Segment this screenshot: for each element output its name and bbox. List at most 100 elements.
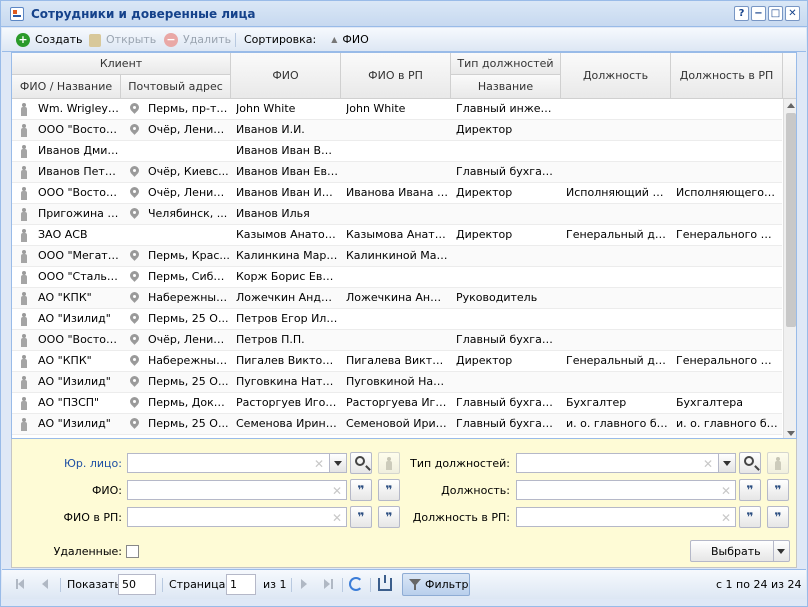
cell-name: ООО "Восток... <box>38 123 120 136</box>
chevron-down-icon[interactable] <box>718 454 735 472</box>
header-name[interactable]: ФИО / Название <box>12 75 121 99</box>
cell-address: Челябинск, ... <box>148 207 228 220</box>
table-row[interactable]: Иванов Петр... Очёр, Киевс... Иванов Иван … <box>12 162 782 183</box>
position-rp-quote-button[interactable]: ❞ <box>739 506 761 528</box>
position-type-search-button[interactable] <box>739 452 761 474</box>
cell-position-rp: Исполняющего о... <box>676 186 778 199</box>
person-icon <box>21 166 27 179</box>
fio-rp-input[interactable]: ✕ <box>127 507 347 527</box>
legal-entity-search-button[interactable] <box>350 452 372 474</box>
cell-fio-rp: Ложечкина Андрея <box>346 291 448 304</box>
filter-icon-stem <box>414 585 416 590</box>
person-icon <box>21 418 27 431</box>
minimize-button[interactable]: − <box>751 6 766 21</box>
legal-entity-person-button[interactable] <box>378 452 400 474</box>
chevron-down-icon[interactable] <box>777 549 785 554</box>
toolbar: + Создать Открыть − Удалить Сортировка: … <box>2 28 806 52</box>
table-row[interactable]: ЗАО АСВ Казымов Анатол... Казымова Анатол.… <box>12 225 782 246</box>
pager: Показать 50 Страница 1 из 1 Фильтр с 1 п… <box>2 569 806 599</box>
position-quote-button[interactable]: ❞ <box>739 479 761 501</box>
close-button[interactable]: ✕ <box>785 6 800 21</box>
header-fio-rp[interactable]: ФИО в РП <box>341 53 451 99</box>
grid-scrollbar[interactable] <box>783 99 796 438</box>
clear-icon[interactable]: ✕ <box>703 457 713 471</box>
header-position-rp[interactable]: Должность в РП <box>671 53 783 99</box>
scroll-down-icon[interactable] <box>787 431 795 436</box>
table-row[interactable]: АО "Изилид" Пермь, 25 О... Петров Егор Иль… <box>12 309 782 330</box>
cell-fio: Иванов Иван Ива... <box>236 186 338 199</box>
header-position[interactable]: Должность <box>561 53 671 99</box>
filter-toggle-button[interactable]: Фильтр <box>402 573 470 596</box>
legal-entity-combo[interactable]: ✕ <box>127 453 347 473</box>
table-row[interactable]: АО "КПК" Набережные... Пигалев Виктор ... П… <box>12 351 782 372</box>
fio-exact-button[interactable]: ❞ <box>378 479 400 501</box>
sort-control[interactable]: Сортировка: ▲ ФИО <box>244 32 369 48</box>
first-page-icon[interactable] <box>18 579 24 589</box>
last-page-icon[interactable] <box>324 579 330 589</box>
cell-fio-rp: John White <box>346 102 406 115</box>
select-button[interactable]: Выбрать <box>690 540 790 562</box>
clear-icon[interactable]: ✕ <box>332 511 342 525</box>
header-type-name[interactable]: Название <box>451 75 561 99</box>
cell-name: АО "Изилид" <box>38 375 111 388</box>
legal-entity-link[interactable]: Юр. лицо: <box>12 457 122 470</box>
fio-input[interactable]: ✕ <box>127 480 347 500</box>
page-input[interactable]: 1 <box>226 574 256 595</box>
page-size-input[interactable]: 50 <box>118 574 156 595</box>
deleted-checkbox[interactable] <box>126 545 139 558</box>
clear-icon[interactable]: ✕ <box>314 457 324 471</box>
delete-button[interactable]: − Удалить <box>164 32 231 48</box>
position-exact-button[interactable]: ❞ <box>767 479 789 501</box>
table-row[interactable]: Пригожина К... Челябинск, ... Иванов Илья <box>12 204 782 225</box>
prev-page-icon[interactable] <box>42 579 48 589</box>
table-row[interactable]: ООО "Стальп... Пермь, Сиби... Корж Борис Е… <box>12 267 782 288</box>
person-icon <box>21 271 27 284</box>
cell-fio-rp: Казымова Анатол... <box>346 228 448 241</box>
position-rp-exact-button[interactable]: ❞ <box>767 506 789 528</box>
position-rp-input[interactable]: ✕ <box>516 507 736 527</box>
cell-name: АО "КПК" <box>38 354 92 367</box>
page-count-label: из 1 <box>263 578 287 591</box>
header-fio[interactable]: ФИО <box>231 53 341 99</box>
fio-rp-exact-button[interactable]: ❞ <box>378 506 400 528</box>
clear-icon[interactable]: ✕ <box>332 484 342 498</box>
search-icon <box>744 456 754 466</box>
header-address[interactable]: Почтовый адрес <box>121 75 231 99</box>
pager-separator <box>60 578 61 592</box>
help-button[interactable]: ? <box>734 6 749 21</box>
next-page-icon[interactable] <box>301 579 307 589</box>
fio-quote-button[interactable]: ❞ <box>350 479 372 501</box>
table-row[interactable]: Wm. Wrigley ... Пермь, пр-т ... John White… <box>12 99 782 120</box>
table-row[interactable]: ООО "Мегате... Пермь, Крас... Калинкина Ма… <box>12 246 782 267</box>
table-row[interactable]: АО "Изилид" Пермь, 25 О... Семенова Ирина … <box>12 414 782 435</box>
table-row[interactable]: АО "Изилид" Пермь, 25 О... Пуговкина Натал… <box>12 372 782 393</box>
position-input[interactable]: ✕ <box>516 480 736 500</box>
chevron-down-icon[interactable] <box>329 454 346 472</box>
table-row[interactable]: ООО "Восток... Очёр, Ленин... Иванов И.И. Д… <box>12 120 782 141</box>
scroll-thumb[interactable] <box>786 113 796 327</box>
table-row[interactable]: ООО "Восток... Очёр, Ленин... Петров П.П. Г… <box>12 330 782 351</box>
person-icon <box>21 250 27 263</box>
scroll-up-icon[interactable] <box>787 103 795 108</box>
clear-icon[interactable]: ✕ <box>721 511 731 525</box>
clear-icon[interactable]: ✕ <box>721 484 731 498</box>
create-label: Создать <box>35 33 83 46</box>
table-row[interactable]: Иванов Дмит... Иванов Иван Вла... <box>12 141 782 162</box>
position-type-person-button[interactable] <box>767 452 789 474</box>
export-icon[interactable] <box>378 575 392 591</box>
cell-name: Иванов Дмит... <box>38 144 120 157</box>
app-icon <box>10 7 24 21</box>
table-row[interactable]: АО "КПК" Набережные... Ложечкин Андрей Ложе… <box>12 288 782 309</box>
table-row[interactable]: ООО "Восток... Очёр, Ленин... Иванов Иван … <box>12 183 782 204</box>
create-button[interactable]: + Создать <box>16 32 83 48</box>
cell-fio: Петров Егор Ильич <box>236 312 338 325</box>
person-icon <box>21 103 27 116</box>
table-row[interactable]: АО "ПЗСП" Пермь, Доку... Расторгуев Игорь.… <box>12 393 782 414</box>
open-button[interactable]: Открыть <box>89 32 156 48</box>
refresh-icon[interactable] <box>349 577 363 591</box>
position-type-combo[interactable]: ✕ <box>516 453 736 473</box>
maximize-button[interactable]: □ <box>768 6 783 21</box>
cell-name: Иванов Петр... <box>38 165 120 178</box>
fio-rp-quote-button[interactable]: ❞ <box>350 506 372 528</box>
pin-icon <box>130 292 139 304</box>
